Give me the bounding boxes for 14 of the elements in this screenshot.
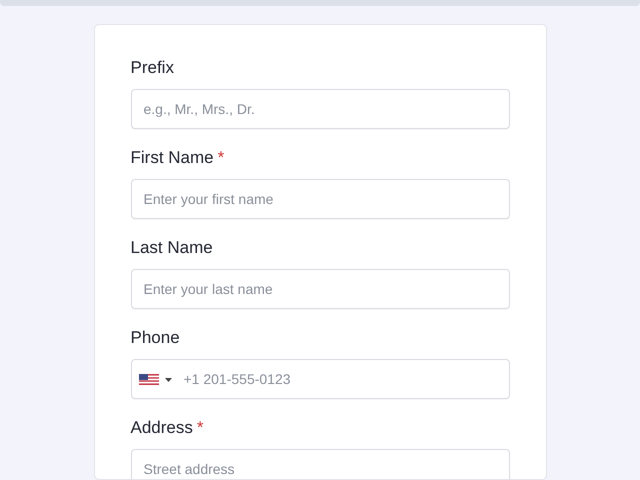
input-field[interactable]: Enter your last name: [130, 269, 510, 309]
input-field[interactable]: Enter your first name: [130, 179, 510, 219]
field-label: Prefix: [130, 57, 174, 79]
input-field[interactable]: Street address: [130, 449, 510, 479]
required-mark: *: [196, 417, 204, 439]
input-field[interactable]: e.g., Mr., Mrs., Dr.: [130, 89, 510, 129]
field-label: Last Name: [130, 237, 213, 259]
flag-icon[interactable]: [138, 374, 158, 385]
field-label: Phone: [130, 327, 180, 349]
required-mark: *: [218, 147, 224, 169]
caret-icon[interactable]: [164, 378, 172, 382]
field-label: First Name: [130, 147, 214, 169]
phone-field[interactable]: +1 201-555-0123: [130, 359, 510, 399]
field-label: Address: [130, 417, 193, 439]
